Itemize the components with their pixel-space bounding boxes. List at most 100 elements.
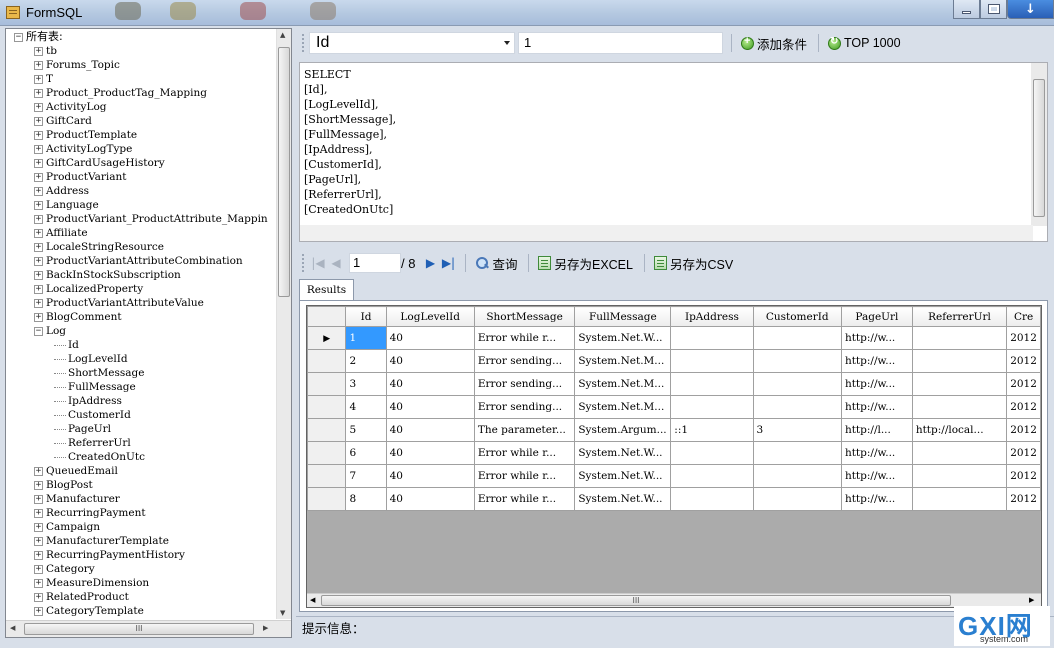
table-row[interactable]: 4 40 Error sending... System.Net.M... http:/… [307, 395, 1041, 419]
query-button[interactable]: 查询 [472, 252, 520, 274]
expand-icon[interactable]: + [34, 550, 43, 560]
table-cell[interactable]: 5 [345, 418, 387, 442]
tree-item-table[interactable]: + ProductVariant [34, 170, 127, 184]
scroll-thumb[interactable] [278, 47, 290, 297]
expand-icon[interactable]: + [34, 536, 43, 546]
table-cell[interactable] [752, 441, 842, 465]
expand-icon[interactable]: + [34, 60, 43, 70]
table-cell[interactable]: 2012 [1006, 418, 1041, 442]
expand-icon[interactable]: + [34, 592, 43, 602]
tree-item-column[interactable]: CustomerId [54, 408, 131, 422]
table-row[interactable]: 7 40 Error while r... System.Net.W... http:/… [307, 464, 1041, 488]
table-cell[interactable] [670, 395, 754, 419]
expand-icon[interactable]: + [34, 270, 43, 280]
scroll-right-icon[interactable]: ▶ [263, 624, 268, 632]
column-header[interactable]: Cre [1006, 306, 1041, 327]
table-tree[interactable]: − 所有表: + tb + Forums_Topic + T + Product_Produc… [6, 29, 278, 619]
table-cell[interactable]: http://l... [840, 418, 913, 442]
expand-icon[interactable]: + [34, 284, 43, 294]
table-cell[interactable]: http://w... [840, 326, 913, 350]
column-header[interactable]: ShortMessage [473, 306, 576, 327]
tree-horizontal-scrollbar[interactable]: ◀ III ▶ [6, 620, 291, 637]
table-row[interactable]: ▶ 1 40 Error while r... System.Net.W... http:… [307, 326, 1041, 350]
collapse-icon[interactable]: − [34, 326, 43, 336]
splitter[interactable] [296, 244, 1052, 250]
tree-root[interactable]: − 所有表: [14, 30, 63, 44]
table-row[interactable]: 2 40 Error sending... System.Net.M... http:/… [307, 349, 1041, 373]
save-excel-button[interactable]: 另存为EXCEL [535, 252, 636, 274]
column-header[interactable]: FullMessage [574, 306, 672, 327]
tree-item-table[interactable]: + ProductTemplate [34, 128, 137, 142]
table-cell[interactable]: System.Net.M... [574, 395, 672, 419]
tree-item-table[interactable]: + BackInStockSubscription [34, 268, 181, 282]
table-cell[interactable]: Error while r... [473, 464, 576, 488]
table-cell[interactable]: System.Argum... [574, 418, 672, 442]
table-cell[interactable]: 3 [752, 418, 842, 442]
table-cell[interactable]: 40 [385, 326, 475, 350]
tree-item-column[interactable]: LogLevelId [54, 352, 128, 366]
tree-item-table[interactable]: + BlogComment [34, 310, 122, 324]
table-cell[interactable]: System.Net.W... [574, 487, 672, 511]
minimize-button[interactable] [953, 0, 980, 19]
scroll-thumb[interactable] [1033, 79, 1045, 217]
table-cell[interactable]: 40 [385, 418, 475, 442]
next-page-icon[interactable]: ▶ [421, 256, 439, 270]
column-header[interactable]: LogLevelId [385, 306, 475, 327]
tree-vertical-scrollbar[interactable]: ▲ ▼ [276, 29, 291, 619]
tree-item-column[interactable]: FullMessage [54, 380, 136, 394]
expand-icon[interactable]: + [34, 578, 43, 588]
table-cell[interactable]: http://local... [911, 418, 1008, 442]
expand-icon[interactable]: + [34, 508, 43, 518]
table-cell[interactable]: http://w... [840, 441, 913, 465]
table-row[interactable]: 6 40 Error while r... System.Net.W... http:/… [307, 441, 1041, 465]
tree-item-table[interactable]: + Forums_Topic [34, 58, 120, 72]
scroll-thumb[interactable]: III [321, 595, 951, 606]
results-grid[interactable]: Id LogLevelId ShortMessage FullMessage IpAdd… [306, 305, 1042, 608]
table-cell[interactable]: 1 [345, 326, 387, 350]
table-cell[interactable]: The parameter... [473, 418, 576, 442]
table-cell[interactable]: http://w... [840, 349, 913, 373]
expand-icon[interactable]: + [34, 606, 43, 616]
table-cell[interactable]: 40 [385, 464, 475, 488]
column-header[interactable]: CustomerId [752, 306, 842, 327]
sql-vertical-scrollbar[interactable] [1031, 63, 1047, 226]
grid-horizontal-scrollbar[interactable]: ◀ III ▶ [307, 593, 1041, 607]
tree-item-table[interactable]: + MeasureDimension [34, 576, 149, 590]
tree-item-table[interactable]: + Campaign [34, 520, 100, 534]
close-button[interactable]: ↓ [1007, 0, 1054, 19]
collapse-icon[interactable]: − [14, 32, 23, 42]
expand-icon[interactable]: + [34, 88, 43, 98]
tree-item-table[interactable]: + ActivityLogType [34, 142, 132, 156]
table-cell[interactable]: 2012 [1006, 464, 1041, 488]
expand-icon[interactable]: + [34, 298, 43, 308]
expand-icon[interactable]: + [34, 312, 43, 322]
tree-item-column[interactable]: CreatedOnUtc [54, 450, 145, 464]
table-cell[interactable] [911, 349, 1008, 373]
tree-item-table[interactable]: + tb [34, 44, 57, 58]
expand-icon[interactable]: + [34, 466, 43, 476]
table-cell[interactable]: Error while r... [473, 441, 576, 465]
row-header[interactable] [307, 464, 347, 488]
table-cell[interactable]: 2012 [1006, 487, 1041, 511]
table-cell[interactable] [670, 326, 754, 350]
table-cell[interactable] [670, 487, 754, 511]
table-cell[interactable] [911, 372, 1008, 396]
table-cell[interactable] [752, 395, 842, 419]
row-header[interactable] [307, 418, 347, 442]
table-cell[interactable] [752, 487, 842, 511]
scroll-thumb[interactable]: III [24, 623, 254, 635]
table-row[interactable]: 3 40 Error sending... System.Net.M... http:/… [307, 372, 1041, 396]
tree-item-column[interactable]: ReferrerUrl [54, 436, 131, 450]
table-cell[interactable]: http://w... [840, 464, 913, 488]
tree-item-column[interactable]: ShortMessage [54, 366, 144, 380]
scroll-down-icon[interactable]: ▼ [280, 609, 285, 617]
tree-item-table[interactable]: + GiftCardUsageHistory [34, 156, 165, 170]
table-cell[interactable]: Error sending... [473, 395, 576, 419]
expand-icon[interactable]: + [34, 172, 43, 182]
table-cell[interactable]: 40 [385, 349, 475, 373]
table-cell[interactable] [670, 464, 754, 488]
table-cell[interactable] [752, 349, 842, 373]
table-cell[interactable]: ::1 [670, 418, 754, 442]
tree-item-table[interactable]: − Log [34, 324, 66, 338]
table-cell[interactable]: 2012 [1006, 395, 1041, 419]
